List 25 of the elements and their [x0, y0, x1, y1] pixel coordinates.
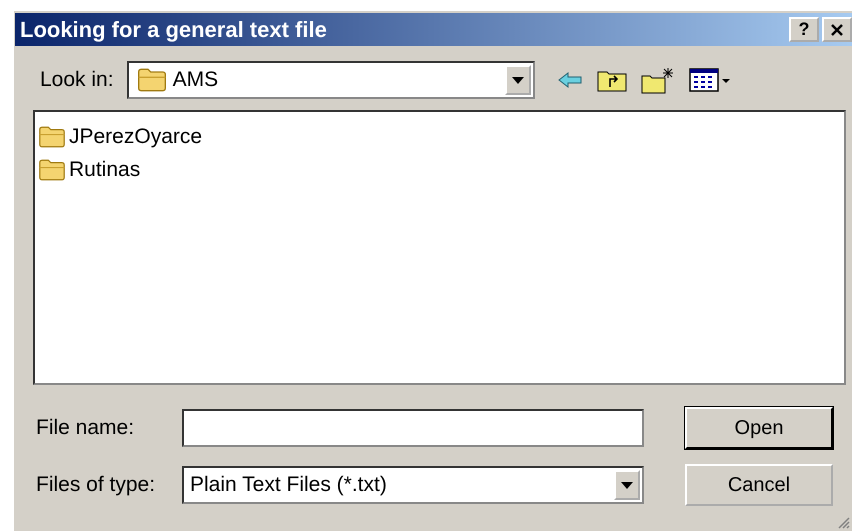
folder-icon: [37, 126, 67, 148]
help-button[interactable]: ?: [789, 17, 819, 42]
window-title: Looking for a general text file: [20, 16, 328, 42]
close-button[interactable]: [822, 17, 852, 42]
look-in-dropdown[interactable]: AMS: [126, 61, 535, 99]
view-menu-icon[interactable]: [688, 67, 731, 93]
cancel-button[interactable]: Cancel: [685, 464, 833, 506]
back-arrow-icon[interactable]: [556, 71, 583, 89]
folder-icon: [37, 158, 67, 180]
new-folder-icon[interactable]: [640, 66, 675, 94]
file-name-label: File name:: [36, 416, 136, 440]
resize-grip-icon[interactable]: [838, 517, 850, 529]
dropdown-value: Plain Text Files (*.txt): [190, 473, 387, 497]
open-button[interactable]: Open: [685, 407, 833, 449]
file-list-item[interactable]: JPerezOyarce: [37, 120, 202, 153]
file-list-item[interactable]: Rutinas: [37, 153, 140, 186]
file-name-field[interactable]: [182, 409, 644, 447]
look-in-label: Look in:: [40, 68, 114, 92]
file-type-label: Files of type:: [36, 473, 156, 497]
folder-icon: [136, 68, 167, 92]
file-type-dropdown[interactable]: Plain Text Files (*.txt): [182, 466, 644, 504]
close-icon: [830, 24, 844, 36]
dropdown-value: AMS: [172, 68, 218, 92]
caret-icon: [621, 482, 633, 488]
caret-icon: [512, 76, 524, 84]
